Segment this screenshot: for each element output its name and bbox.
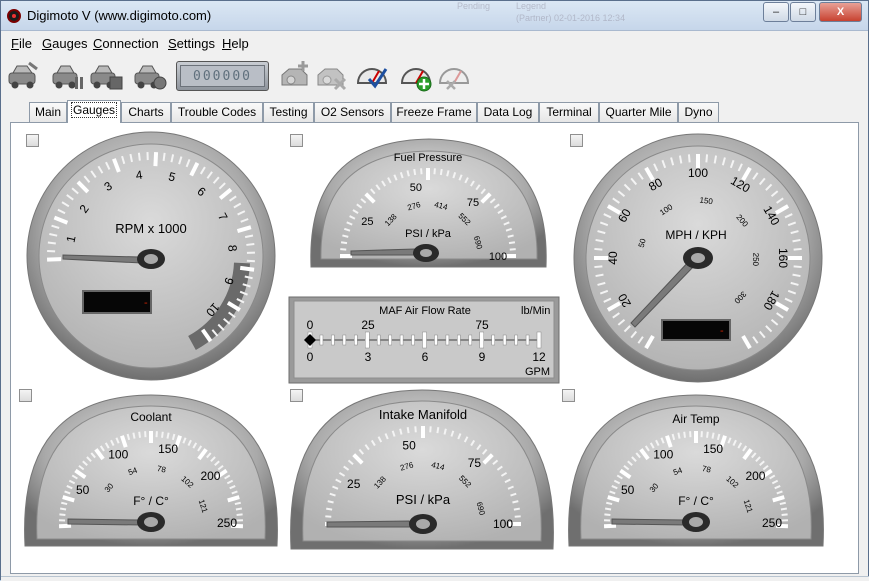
app-window: Digimoto V (www.digimoto.com) Pending Le… bbox=[0, 0, 869, 580]
tab-terminal[interactable]: Terminal bbox=[539, 102, 599, 122]
background-text: Legend bbox=[516, 1, 546, 11]
tab-dyno[interactable]: Dyno bbox=[678, 102, 719, 122]
gauge-select-checkbox[interactable] bbox=[290, 389, 303, 402]
gauge-select-checkbox[interactable] bbox=[570, 134, 583, 147]
gauge-select-checkbox[interactable] bbox=[562, 389, 575, 402]
gauge-select-checkbox[interactable] bbox=[26, 134, 39, 147]
gauge-select-checkbox[interactable] bbox=[19, 389, 32, 402]
window-title: Digimoto V (www.digimoto.com) bbox=[27, 8, 211, 23]
engine-add-icon[interactable] bbox=[279, 59, 313, 93]
gauge-add-icon[interactable] bbox=[399, 59, 433, 93]
car-stop-icon[interactable] bbox=[89, 59, 123, 93]
menu-settings[interactable]: Settings bbox=[168, 36, 215, 51]
title-bar: Digimoto V (www.digimoto.com) Pending Le… bbox=[1, 1, 868, 31]
menu-file[interactable]: File bbox=[11, 36, 32, 51]
menu-gauges[interactable]: Gauges bbox=[42, 36, 88, 51]
connect-car-icon[interactable] bbox=[7, 59, 41, 93]
tab-main[interactable]: Main bbox=[29, 102, 67, 122]
tab-gauges[interactable]: Gauges bbox=[67, 100, 121, 123]
tab-freeze-frame[interactable]: Freeze Frame bbox=[391, 102, 477, 122]
tab-data-log[interactable]: Data Log bbox=[477, 102, 539, 122]
toolbar bbox=[1, 55, 868, 99]
data-counter-display: 000000 bbox=[176, 61, 269, 91]
background-text: Pending bbox=[457, 1, 490, 11]
counter-value: 000000 bbox=[180, 65, 265, 87]
tab-testing[interactable]: Testing bbox=[263, 102, 314, 122]
menu-bar: File Gauges Connection Settings Help bbox=[1, 32, 868, 54]
tab-o2-sensors[interactable]: O2 Sensors bbox=[314, 102, 391, 122]
gauges-panel bbox=[10, 122, 859, 574]
maximize-button[interactable]: □ bbox=[790, 2, 816, 22]
gauge-select-checkbox[interactable] bbox=[291, 298, 304, 311]
menu-help[interactable]: Help bbox=[222, 36, 249, 51]
gauge-edit-icon[interactable] bbox=[355, 59, 389, 93]
status-strip bbox=[1, 576, 869, 581]
car-record-icon[interactable] bbox=[133, 59, 167, 93]
tab-quarter-mile[interactable]: Quarter Mile bbox=[599, 102, 678, 122]
minimize-button[interactable]: – bbox=[763, 2, 789, 22]
tab-charts[interactable]: Charts bbox=[121, 102, 171, 122]
menu-connection[interactable]: Connection bbox=[93, 36, 159, 51]
gauge-remove-icon[interactable] bbox=[437, 59, 471, 93]
tab-trouble-codes[interactable]: Trouble Codes bbox=[171, 102, 263, 122]
background-text: (Partner) 02-01-2016 12:34 bbox=[516, 13, 625, 23]
app-logo-icon bbox=[7, 9, 21, 23]
gauge-select-checkbox[interactable] bbox=[290, 134, 303, 147]
close-button[interactable]: X bbox=[819, 2, 862, 22]
car-pause-icon[interactable] bbox=[51, 59, 85, 93]
engine-remove-icon[interactable] bbox=[315, 59, 349, 93]
